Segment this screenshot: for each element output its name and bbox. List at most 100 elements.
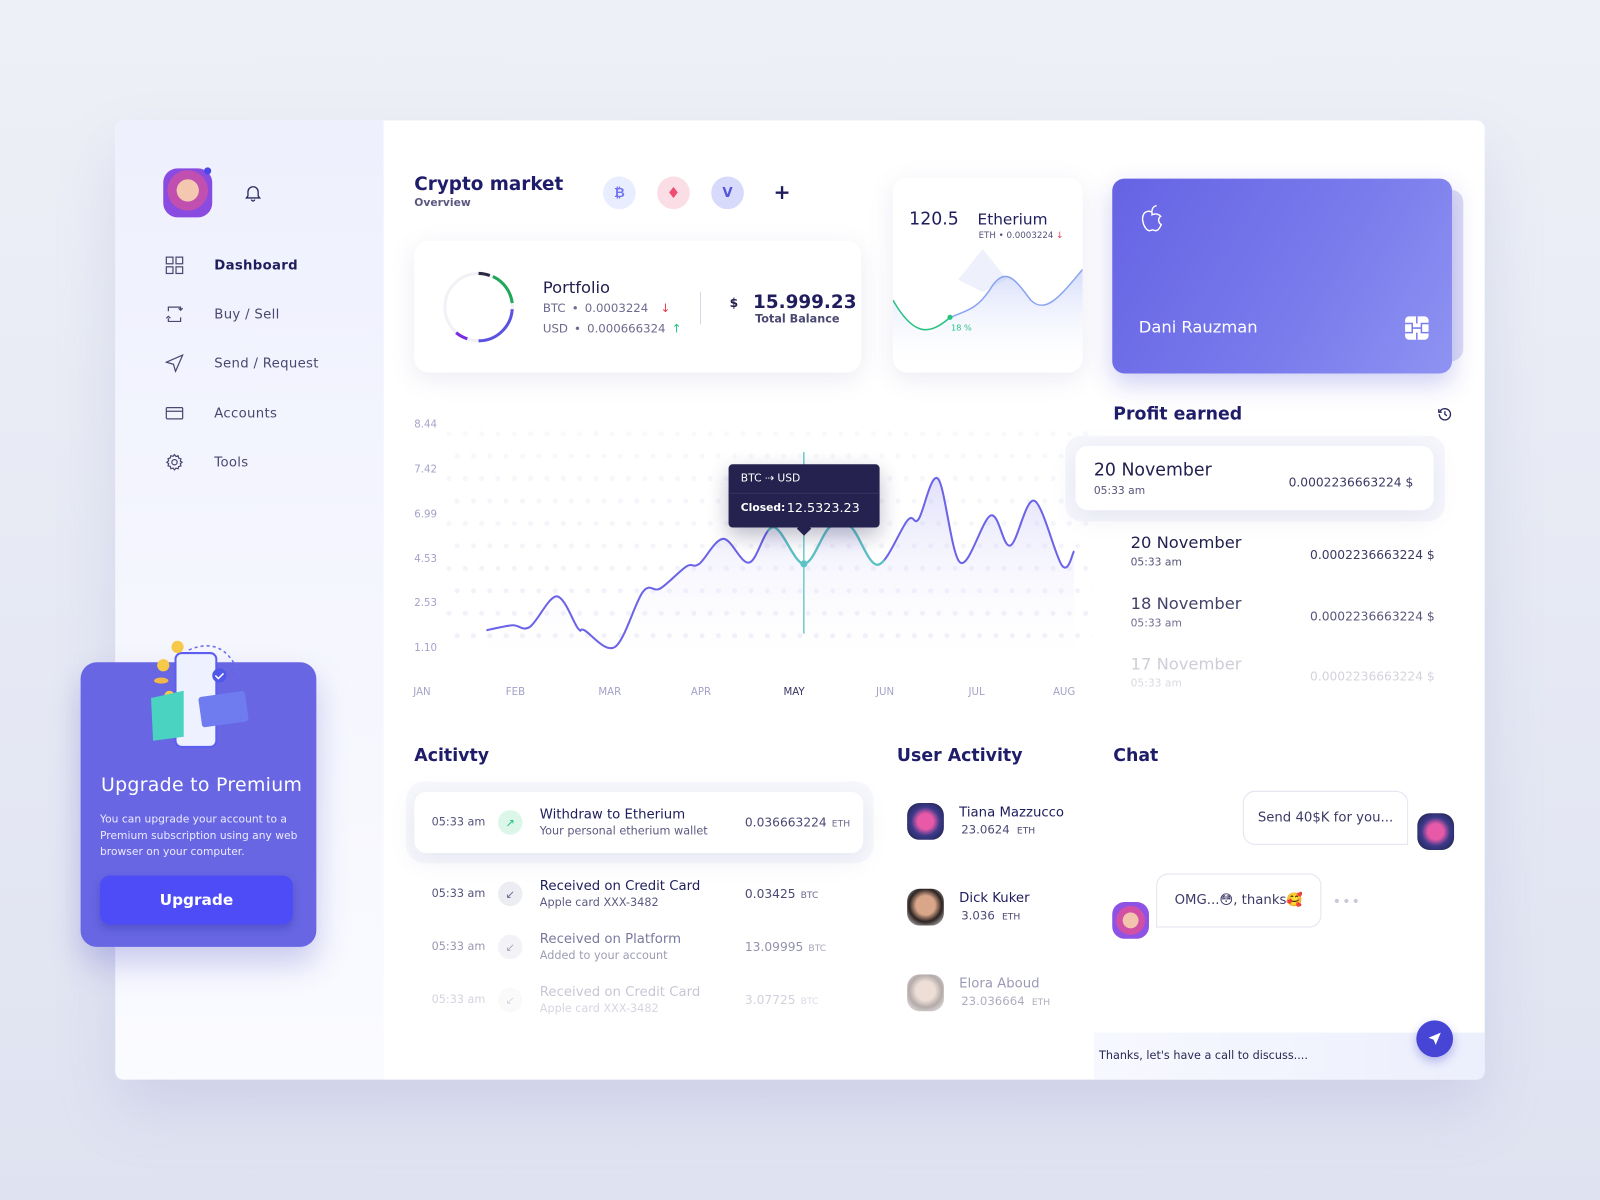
arrow-down-icon: ↓ <box>660 301 671 316</box>
eth-name: Etherium <box>977 210 1048 229</box>
profit-time: 05:33 am <box>1130 556 1182 569</box>
amount-value: 23.0624 <box>961 822 1010 837</box>
activity-row[interactable]: 05:33 am ↙ Received on Credit Card Apple… <box>414 863 863 920</box>
message-text: OMG...😳, thanks🥰 <box>1174 892 1303 909</box>
activity-title: Received on Credit Card <box>539 878 701 894</box>
sidebar-item-tools[interactable]: Tools <box>163 451 367 473</box>
divider <box>699 291 702 325</box>
sidebar-item-dashboard[interactable]: Dashboard <box>163 254 367 276</box>
total-balance: 15.999.23 <box>753 291 857 314</box>
sidebar-item-accounts[interactable]: Accounts <box>163 402 367 424</box>
activity-amount: 0.036663224 ETH <box>745 815 850 829</box>
chart-tooltip: BTC ⇢ USD Closed: 12.5323.23 <box>728 464 880 536</box>
eth-sub-text: ETH • 0.0003224 <box>978 230 1054 241</box>
user-activity-item[interactable]: Tiana Mazzucco 23.0624 ETH <box>907 803 1080 844</box>
activity-subtitle: Apple card XXX-3482 <box>539 1002 659 1016</box>
usd-value: 0.000666324 <box>587 321 666 336</box>
amount-value: 0.036663224 <box>744 815 827 830</box>
btc-value: 0.0003224 <box>584 301 649 316</box>
sidebar-item-send-request[interactable]: Send / Request <box>163 352 367 374</box>
usd-row: USD • 0.000666324 ↑ <box>542 321 682 336</box>
activity-row[interactable]: 05:33 am ↙ Received on Credit Card Apple… <box>414 969 863 1026</box>
activity-title: Withdraw to Etherium <box>539 807 686 823</box>
profit-time: 05:33 am <box>1130 617 1182 630</box>
highlight-point[interactable] <box>800 560 808 568</box>
activity-title: Received on Credit Card <box>539 984 701 1000</box>
paper-plane-icon <box>1428 1032 1441 1045</box>
page-subtitle: Overview <box>414 196 471 210</box>
profit-date: 17 November <box>1130 654 1242 674</box>
x-tick-label: MAY <box>783 687 805 698</box>
sidebar-item-buy-sell[interactable]: Buy / Sell <box>163 303 367 325</box>
chat-message-outgoing: Send 40$K for you... <box>1242 790 1409 845</box>
activity-row[interactable]: 05:33 am ↙ Received on Platform Added to… <box>414 916 863 973</box>
add-coin-button[interactable]: + <box>773 180 790 204</box>
upgrade-title: Upgrade to Premium <box>101 774 303 796</box>
btc-row: BTC • 0.0003224 ↓ <box>542 301 671 316</box>
page-title: Crypto market <box>414 173 564 195</box>
profit-item[interactable]: 17 November 05:33 am 0.0002236663224 $ <box>1131 654 1437 695</box>
bitcoin-icon[interactable]: ₿ <box>603 176 636 210</box>
activity-amount: 3.07725 BTC <box>745 993 819 1007</box>
amount-currency: ETH <box>1031 997 1051 1009</box>
y-tick-label: 8.44 <box>414 420 437 431</box>
user-activity-title: User Activity <box>896 745 1023 767</box>
activity-subtitle: Apple card XXX-3482 <box>539 895 659 910</box>
vechain-icon[interactable]: V <box>711 176 744 210</box>
x-tick-label: MAR <box>598 687 621 698</box>
usd-label: USD <box>542 321 568 336</box>
portfolio-card: Portfolio BTC • 0.0003224 ↓ USD • 0.000666… <box>414 240 862 373</box>
bell-icon[interactable] <box>245 184 262 202</box>
y-tick-label: 1.10 <box>414 643 437 654</box>
user-amount: 23.036664 ETH <box>961 994 1050 1008</box>
amount-value: 3.036 <box>961 908 995 923</box>
profit-value: 0.0002236663224 $ <box>1310 547 1435 563</box>
online-dot <box>204 167 212 175</box>
profit-item[interactable]: 18 November 05:33 am 0.0002236663224 $ <box>1131 594 1437 635</box>
arrow-down-left-icon: ↙ <box>497 987 523 1013</box>
chat-input-value: Thanks, let's have a call to discuss.... <box>1098 1048 1308 1063</box>
amount-currency: ETH <box>1001 912 1021 923</box>
sidebar-item-label: Accounts <box>214 405 278 421</box>
grid-icon <box>165 256 184 275</box>
user-activity-item[interactable]: Dick Kuker 3.036 ETH <box>907 888 1080 930</box>
sidebar-item-label: Dashboard <box>214 257 298 273</box>
sidebar-item-label: Send / Request <box>214 355 319 371</box>
activity-time: 05:33 am <box>431 886 486 900</box>
send-message-button[interactable] <box>1416 1020 1454 1058</box>
card-holder: Dani Rauzman <box>1138 317 1258 337</box>
history-icon[interactable] <box>1437 406 1453 422</box>
credit-card[interactable]: Dani Rauzman <box>1112 178 1453 374</box>
typing-indicator: ••• <box>1332 893 1361 911</box>
activity-time: 05:33 am <box>431 992 486 1007</box>
amount-currency: BTC <box>800 890 819 902</box>
eth-percent: 18 % <box>951 323 972 333</box>
y-tick-label: 6.99 <box>414 509 437 520</box>
x-tick-label: JUN <box>875 687 894 698</box>
tooltip-closed-value: 12.5323.23 <box>786 499 860 516</box>
btc-usd-line-chart: 1.10 2.53 4.53 6.99 7.42 8.44 JAN FEB MAR APR MAY J… <box>412 420 1092 698</box>
arrow-down-icon: ↓ <box>1056 230 1064 241</box>
profit-item[interactable]: 20 November 05:33 am 0.0002236663224 $ <box>1131 533 1437 574</box>
profit-item[interactable]: 20 November 05:33 am 0.0002236663224 $ <box>1075 445 1434 511</box>
send-icon <box>165 354 184 373</box>
user-avatar <box>907 888 944 926</box>
user-activity-item[interactable]: Elora Aboud 23.036664 ETH <box>907 974 1080 1015</box>
activity-row[interactable]: 05:33 am ↗ Withdraw to Etherium Your per… <box>414 791 864 854</box>
activity-subtitle: Your personal etherium wallet <box>539 824 708 838</box>
chat-avatar-dani <box>1112 902 1149 939</box>
user-avatar[interactable] <box>163 168 213 218</box>
activity-title: Received on Platform <box>539 931 682 947</box>
user-amount: 3.036 ETH <box>961 908 1020 922</box>
apple-icon <box>1141 204 1163 232</box>
profit-time: 05:33 am <box>1093 484 1146 497</box>
user-name: Dick Kuker <box>959 890 1030 907</box>
chat-avatar-tiana <box>1417 813 1455 850</box>
ethereum-icon[interactable]: ♦ <box>657 176 690 210</box>
profit-time: 05:33 am <box>1130 677 1182 690</box>
user-amount: 23.0624 ETH <box>961 822 1035 836</box>
stage: Dashboard Buy / Sell Send / Request Acco… <box>0 0 1600 1200</box>
activity-time: 05:33 am <box>431 815 486 829</box>
user-name: Tiana Mazzucco <box>959 805 1065 821</box>
upgrade-button[interactable]: Upgrade <box>99 875 293 925</box>
